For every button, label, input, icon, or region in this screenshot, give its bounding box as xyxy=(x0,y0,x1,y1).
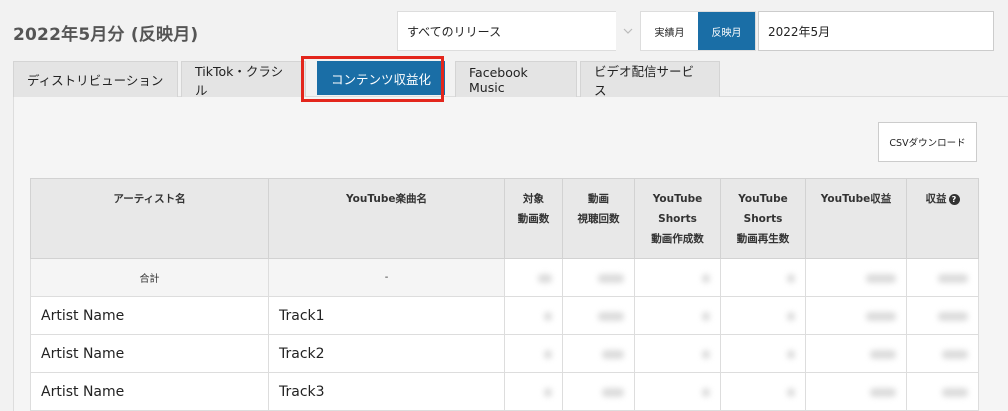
blurred-cell xyxy=(504,258,563,297)
chevron-down-icon xyxy=(616,11,639,51)
table-row: Artist Name Track3 xyxy=(30,372,979,411)
toggle-reflected-month[interactable]: 反映月 xyxy=(698,12,755,50)
track-name: Track3 xyxy=(268,372,505,411)
track-name: Track1 xyxy=(268,296,505,335)
artist-name: Artist Name xyxy=(30,372,269,411)
csv-download-button[interactable]: CSVダウンロード xyxy=(878,122,977,162)
table-header-row: アーティスト名 YouTube楽曲名 対象 動画数 動画 視聴回数 YouTube S… xyxy=(30,178,979,259)
release-select-value: すべてのリリース xyxy=(397,11,616,51)
blurred-cell xyxy=(634,372,721,411)
col-revenue[interactable]: 収益? xyxy=(906,178,979,259)
blurred-cell xyxy=(720,296,806,335)
blurred-cell xyxy=(720,258,806,297)
help-icon[interactable]: ? xyxy=(948,193,960,205)
blurred-cell xyxy=(720,372,806,411)
blurred-cell xyxy=(634,258,721,297)
blurred-cell xyxy=(805,258,907,297)
col-shorts-plays[interactable]: YouTube Shorts 動画再生数 xyxy=(720,178,806,259)
blurred-cell xyxy=(504,296,563,335)
blurred-cell xyxy=(805,296,907,335)
blurred-cell xyxy=(634,334,721,373)
table-row: Artist Name Track2 xyxy=(30,334,979,373)
toggle-actual-month[interactable]: 実績月 xyxy=(641,12,698,50)
track-name: Track2 xyxy=(268,334,505,373)
blurred-cell xyxy=(562,334,635,373)
col-shorts-created[interactable]: YouTube Shorts 動画作成数 xyxy=(634,178,721,259)
col-artist[interactable]: アーティスト名 xyxy=(30,178,269,259)
table-row-total: 合計 - xyxy=(30,258,979,297)
month-input[interactable]: 2022年5月 xyxy=(758,11,994,51)
artist-name: Artist Name xyxy=(30,296,269,335)
blurred-cell xyxy=(906,334,979,373)
blurred-cell xyxy=(906,258,979,297)
tab-tiktok-kurashiru[interactable]: TikTok・クラシル xyxy=(181,61,306,98)
month-type-toggle: 実績月 反映月 xyxy=(640,11,756,51)
page-title: 2022年5月分 (反映月) xyxy=(13,25,199,45)
blurred-cell xyxy=(906,296,979,335)
col-views[interactable]: 動画 視聴回数 xyxy=(562,178,635,259)
blurred-cell xyxy=(720,334,806,373)
blurred-cell xyxy=(562,296,635,335)
tab-distribution[interactable]: ディストリビューション xyxy=(13,61,178,97)
blurred-cell xyxy=(805,334,907,373)
tab-highlight-box xyxy=(301,56,444,102)
blurred-cell xyxy=(634,296,721,335)
artist-name: Artist Name xyxy=(30,334,269,373)
total-track: - xyxy=(268,258,505,297)
blurred-cell xyxy=(504,372,563,411)
blurred-cell xyxy=(906,372,979,411)
blurred-cell xyxy=(805,372,907,411)
col-youtube-revenue[interactable]: YouTube収益 xyxy=(805,178,907,259)
total-label: 合計 xyxy=(30,258,269,297)
table-row: Artist Name Track1 xyxy=(30,296,979,335)
tab-video-services[interactable]: ビデオ配信サービス xyxy=(580,61,720,98)
release-select[interactable]: すべてのリリース xyxy=(397,11,639,51)
blurred-cell xyxy=(504,334,563,373)
revenue-table: アーティスト名 YouTube楽曲名 対象 動画数 動画 視聴回数 YouTube S… xyxy=(30,178,979,411)
col-track[interactable]: YouTube楽曲名 xyxy=(268,178,505,259)
blurred-cell xyxy=(562,258,635,297)
col-target-videos[interactable]: 対象 動画数 xyxy=(504,178,563,259)
tab-facebook-music[interactable]: Facebook Music xyxy=(455,61,577,97)
blurred-cell xyxy=(562,372,635,411)
